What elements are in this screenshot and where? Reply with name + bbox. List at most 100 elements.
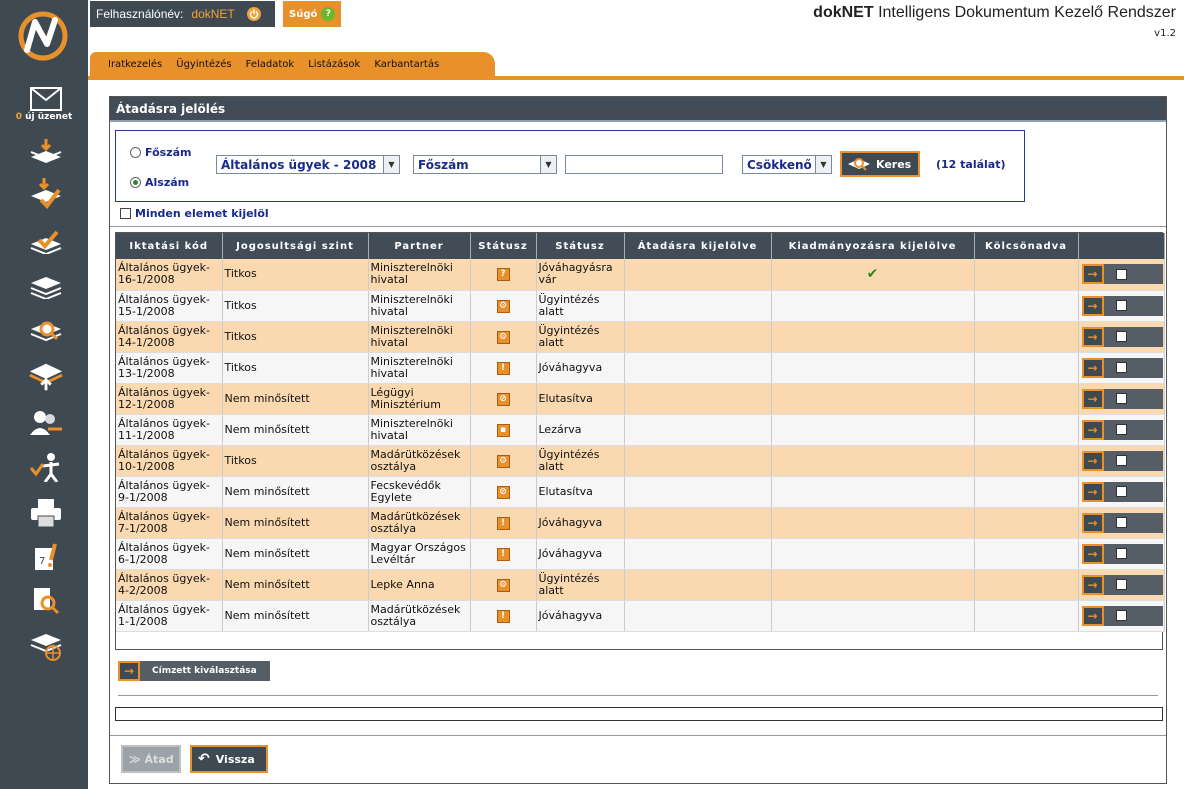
table-row[interactable]: Általános ügyek-15-1/2008 Titkos Miniszter… — [116, 290, 1165, 322]
menu-item-ugyintezes[interactable]: Ügyintézés — [176, 59, 231, 70]
row-checkbox[interactable] — [1115, 331, 1127, 342]
table-row[interactable]: Általános ügyek-12-1/2008 Nem minősített L… — [116, 383, 1165, 415]
select-recipient-button[interactable]: → Címzett kiválasztása — [118, 661, 270, 681]
order-select[interactable]: Csökkenő ▼ — [742, 155, 832, 174]
arrow-right-icon[interactable]: → — [1081, 295, 1104, 316]
menu-item-karbantartas[interactable]: Karbantartás — [374, 59, 439, 70]
cell-status-icon: ! — [470, 600, 537, 632]
row-select[interactable] — [1103, 264, 1163, 285]
help-button[interactable]: Súgó ? — [283, 1, 342, 27]
users-icon[interactable] — [28, 408, 64, 438]
back-button[interactable]: ↶ Vissza — [190, 745, 268, 773]
document-stack-icon[interactable] — [28, 272, 64, 302]
row-select[interactable] — [1103, 450, 1163, 471]
row-select[interactable] — [1103, 295, 1163, 316]
new-message-count[interactable]: 0 új üzenet — [0, 112, 88, 122]
column-header[interactable]: Státusz — [470, 233, 537, 259]
row-checkbox[interactable] — [1115, 268, 1127, 280]
select-all[interactable]: Minden elemet kijelöl — [120, 207, 269, 220]
search-input[interactable] — [565, 155, 723, 174]
arrow-right-icon[interactable]: → — [1081, 326, 1104, 347]
row-checkbox[interactable] — [1115, 517, 1127, 528]
row-select[interactable] — [1103, 388, 1163, 409]
arrow-right-icon[interactable]: → — [1081, 357, 1104, 378]
row-select[interactable] — [1103, 605, 1163, 626]
row-select[interactable] — [1103, 543, 1163, 564]
radio-alszam-dot[interactable] — [130, 177, 141, 188]
row-select[interactable] — [1103, 574, 1163, 595]
arrow-right-icon[interactable]: → — [1081, 574, 1104, 595]
document-upload-icon[interactable] — [28, 362, 64, 392]
power-icon[interactable] — [246, 7, 261, 21]
person-task-icon[interactable] — [28, 452, 64, 482]
column-header[interactable]: Partner — [368, 233, 471, 259]
row-checkbox[interactable] — [1115, 393, 1127, 404]
cell-loaned — [974, 569, 1079, 601]
table-row[interactable]: Általános ügyek-4-2/2008 Nem minősített Le… — [116, 569, 1165, 601]
column-header[interactable]: Átadásra kijelölve — [624, 233, 772, 259]
arrow-right-icon[interactable]: → — [1081, 419, 1104, 440]
document-magnify-icon[interactable] — [28, 586, 64, 616]
table-row[interactable]: Általános ügyek-6-1/2008 Nem minősített Ma… — [116, 538, 1165, 570]
row-checkbox[interactable] — [1115, 424, 1127, 435]
chevron-down-icon[interactable]: ▼ — [540, 156, 556, 173]
menu-item-feladatok[interactable]: Feladatok — [246, 59, 295, 70]
envelope-icon[interactable] — [28, 84, 64, 114]
row-checkbox[interactable] — [1115, 486, 1127, 497]
row-checkbox[interactable] — [1115, 300, 1127, 311]
column-header[interactable]: Jogosultsági szint — [222, 233, 369, 259]
row-select[interactable] — [1103, 512, 1163, 533]
row-select[interactable] — [1103, 357, 1163, 378]
arrow-right-icon[interactable]: → — [1081, 264, 1104, 285]
table-row[interactable]: Általános ügyek-16-1/2008 Titkos Miniszter… — [116, 259, 1165, 291]
help-icon: ? — [321, 7, 336, 21]
row-select[interactable] — [1103, 326, 1163, 347]
row-checkbox[interactable] — [1115, 455, 1127, 466]
menu-item-listazasok[interactable]: Listázások — [308, 59, 360, 70]
table-row[interactable]: Általános ügyek-10-1/2008 Titkos Madárütkö… — [116, 445, 1165, 477]
radio-foszam[interactable]: Főszám — [130, 146, 191, 159]
arrow-right-icon[interactable]: → — [1081, 450, 1104, 471]
row-select[interactable] — [1103, 419, 1163, 440]
chevron-down-icon[interactable]: ▼ — [815, 156, 831, 173]
table-row[interactable]: Általános ügyek-9-1/2008 Nem minősített Fe… — [116, 476, 1165, 508]
table-row[interactable]: Általános ügyek-14-1/2008 Titkos Miniszter… — [116, 321, 1165, 353]
table-row[interactable]: Általános ügyek-11-1/2008 Nem minősített M… — [116, 414, 1165, 446]
cell-code: Általános ügyek-11-1/2008 — [116, 414, 223, 446]
printer-icon[interactable] — [28, 498, 64, 528]
row-checkbox[interactable] — [1115, 362, 1127, 373]
arrow-right-icon[interactable]: → — [1081, 388, 1104, 409]
document-search-icon[interactable] — [28, 316, 64, 346]
document-stack-check-icon[interactable] — [28, 178, 64, 210]
cell-status-icon: ! — [470, 352, 537, 384]
row-checkbox[interactable] — [1115, 548, 1127, 559]
table-row[interactable]: Általános ügyek-13-1/2008 Titkos Miniszter… — [116, 352, 1165, 384]
arrow-right-icon[interactable]: → — [1081, 543, 1104, 564]
document-stack-down-icon[interactable] — [28, 136, 64, 166]
document-approve-icon[interactable] — [28, 226, 64, 256]
column-header[interactable]: Kiadmányozásra kijelölve — [771, 233, 975, 259]
menu-item-iratkezeles[interactable]: Iratkezelés — [108, 59, 162, 70]
radio-alszam[interactable]: Alszám — [130, 176, 189, 189]
column-header[interactable]: Kölcsönadva — [974, 233, 1079, 259]
category-select[interactable]: Általános ügyek - 2008 ▼ — [216, 155, 400, 174]
page-title: Átadásra jelölés — [110, 97, 1166, 122]
field-select[interactable]: Főszám ▼ — [413, 155, 557, 174]
handover-button[interactable]: ≫ Átad — [121, 745, 181, 773]
arrow-right-icon[interactable]: → — [1081, 605, 1104, 626]
table-row[interactable]: Általános ügyek-1-1/2008 Nem minősített Ma… — [116, 600, 1165, 632]
select-all-checkbox[interactable] — [120, 208, 131, 219]
table-row[interactable]: Általános ügyek-7-1/2008 Nem minősített Ma… — [116, 507, 1165, 539]
column-header[interactable]: Iktatási kód — [116, 233, 223, 259]
arrow-right-icon[interactable]: → — [1081, 512, 1104, 533]
radio-foszam-dot[interactable] — [130, 147, 141, 158]
arrow-right-icon[interactable]: → — [1081, 481, 1104, 502]
calendar-alert-icon[interactable]: 7 — [28, 542, 64, 572]
document-globe-icon[interactable] — [28, 632, 64, 662]
row-select[interactable] — [1103, 481, 1163, 502]
row-checkbox[interactable] — [1115, 579, 1127, 590]
search-button[interactable]: Keres — [840, 151, 920, 177]
column-header[interactable]: Státusz — [536, 233, 625, 259]
chevron-down-icon[interactable]: ▼ — [383, 156, 399, 173]
row-checkbox[interactable] — [1115, 610, 1127, 621]
